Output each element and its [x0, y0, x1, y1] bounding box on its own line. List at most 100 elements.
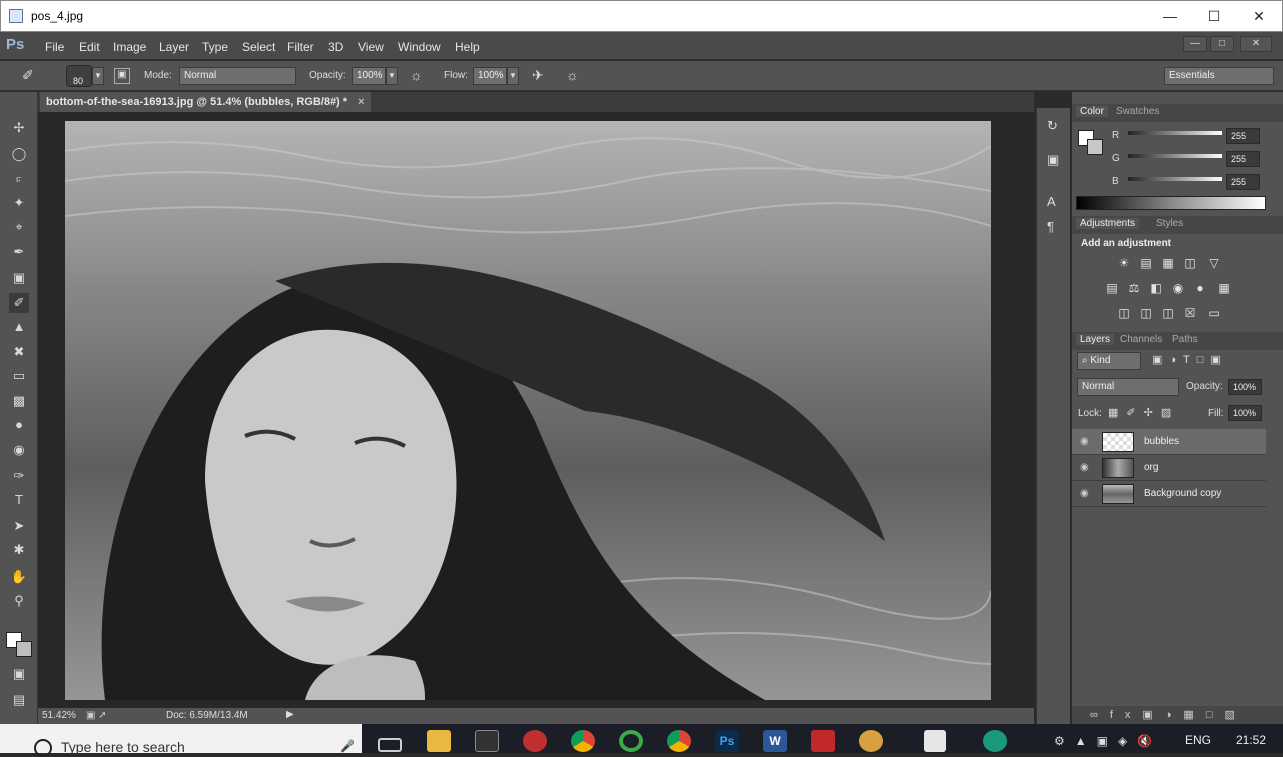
layer-filter-icons[interactable]: ▣◑T□▣: [1152, 353, 1228, 366]
g-value[interactable]: 255: [1226, 151, 1260, 167]
layer-row-org[interactable]: ◉ org: [1072, 455, 1266, 481]
history-panel-icon[interactable]: ↻: [1047, 118, 1058, 134]
minimize-button[interactable]: —: [1150, 5, 1190, 27]
healing-brush-tool-icon[interactable]: ▣: [9, 268, 29, 288]
layer-row-background-copy[interactable]: ◉ Background copy: [1072, 481, 1266, 507]
task-view-icon[interactable]: [378, 738, 402, 752]
fill-input[interactable]: 100%: [1228, 405, 1262, 421]
chrome-icon-2[interactable]: [667, 730, 691, 752]
flow-dropdown[interactable]: ▼: [507, 67, 519, 85]
brush-size-picker[interactable]: 80: [66, 65, 92, 87]
menu-window[interactable]: Window: [398, 40, 441, 54]
menu-type[interactable]: Type: [202, 40, 228, 54]
zoom-tool-icon[interactable]: ⚲: [9, 591, 29, 611]
tab-paths[interactable]: Paths: [1172, 334, 1198, 345]
shape-tool-icon[interactable]: ✱: [9, 540, 29, 560]
app-restore-button[interactable]: □: [1210, 36, 1234, 52]
language-indicator[interactable]: ENG: [1185, 733, 1211, 747]
document-tab-close[interactable]: ×: [358, 96, 364, 108]
background-color-swatch[interactable]: [16, 641, 32, 657]
layer-opacity-input[interactable]: 100%: [1228, 379, 1262, 395]
brush-tool-preset-icon[interactable]: ✐: [22, 67, 42, 85]
color-lookup-icon[interactable]: ▦: [1216, 281, 1232, 295]
opacity-input[interactable]: 100%: [352, 67, 386, 85]
status-icons[interactable]: ▣ ➚: [86, 710, 107, 721]
menu-layer[interactable]: Layer: [159, 40, 189, 54]
visibility-eye-icon[interactable]: ◉: [1080, 488, 1092, 500]
app-close-button[interactable]: ✕: [1240, 36, 1272, 52]
gradient-tool-icon[interactable]: ▩: [9, 391, 29, 411]
brush-tool-icon[interactable]: ✐: [9, 293, 29, 313]
paragraph-panel-icon[interactable]: ¶: [1047, 219, 1054, 234]
status-menu-arrow[interactable]: ▶: [286, 709, 294, 720]
tab-adjustments[interactable]: Adjustments: [1076, 218, 1140, 229]
menu-image[interactable]: Image: [113, 40, 146, 54]
black-white-icon[interactable]: ◧: [1148, 281, 1164, 295]
character-panel-icon[interactable]: A: [1047, 194, 1056, 209]
photo-filter-icon[interactable]: ◉: [1170, 281, 1186, 295]
quick-select-tool-icon[interactable]: ✦: [9, 193, 29, 213]
menu-select[interactable]: Select: [242, 40, 275, 54]
paint-icon[interactable]: [859, 730, 883, 752]
tab-styles[interactable]: Styles: [1156, 218, 1183, 229]
gradient-map-icon[interactable]: ▭: [1206, 306, 1222, 320]
r-slider[interactable]: [1128, 131, 1222, 135]
menu-3d[interactable]: 3D: [328, 40, 343, 54]
clock-time[interactable]: 21:52: [1236, 733, 1266, 747]
word-icon[interactable]: W: [763, 730, 787, 752]
brightness-icon[interactable]: ☀: [1116, 256, 1132, 270]
threshold-icon[interactable]: ◫: [1160, 306, 1176, 320]
path-select-tool-icon[interactable]: ➤: [9, 516, 29, 536]
flow-input[interactable]: 100%: [473, 67, 507, 85]
menu-filter[interactable]: Filter: [287, 40, 314, 54]
selective-color-icon[interactable]: ☒: [1182, 306, 1198, 320]
menu-file[interactable]: File: [45, 40, 64, 54]
history-brush-tool-icon[interactable]: ✖: [9, 342, 29, 362]
blend-mode-select[interactable]: Normal: [1077, 378, 1179, 396]
vibrance-icon[interactable]: ▽: [1206, 256, 1222, 270]
g-slider[interactable]: [1128, 154, 1222, 158]
panel-background-swatch[interactable]: [1087, 139, 1103, 155]
lasso-tool-icon[interactable]: ⟔: [9, 168, 29, 188]
eraser-tool-icon[interactable]: ▭: [9, 366, 29, 386]
r-value[interactable]: 255: [1226, 128, 1260, 144]
exposure-icon[interactable]: ◫: [1182, 256, 1198, 270]
layer-filter-select[interactable]: ⌕ Kind: [1077, 352, 1141, 370]
mode-select[interactable]: Normal: [179, 67, 296, 85]
dodge-tool-icon[interactable]: ◉: [9, 440, 29, 460]
document-image[interactable]: [65, 121, 991, 700]
crop-tool-icon[interactable]: ⌖: [9, 217, 29, 237]
tab-layers[interactable]: Layers: [1076, 334, 1115, 345]
airbrush-icon[interactable]: ✈: [532, 67, 550, 85]
layers-footer-icons[interactable]: ∞fx▣◑▦□▧: [1072, 706, 1283, 724]
workspace-select[interactable]: Essentials: [1164, 67, 1274, 85]
levels-icon[interactable]: ▤: [1138, 256, 1154, 270]
menu-view[interactable]: View: [358, 40, 384, 54]
quick-mask-icon[interactable]: ▣: [9, 664, 29, 684]
monitor-app-icon[interactable]: [983, 730, 1007, 752]
file-explorer-icon[interactable]: [427, 730, 451, 752]
app-icon-red[interactable]: [523, 730, 547, 752]
opacity-dropdown[interactable]: ▼: [386, 67, 398, 85]
blur-tool-icon[interactable]: ●: [9, 415, 29, 435]
screen-mode-icon[interactable]: ▤: [9, 690, 29, 710]
hue-saturation-icon[interactable]: ▤: [1104, 281, 1120, 295]
eyedropper-tool-icon[interactable]: ✒: [9, 242, 29, 262]
hand-tool-icon[interactable]: ✋: [9, 567, 29, 587]
microphone-icon[interactable]: 🎤: [340, 739, 355, 753]
maximize-button[interactable]: ☐: [1194, 5, 1234, 27]
color-balance-icon[interactable]: ⚖: [1126, 281, 1142, 295]
clone-stamp-tool-icon[interactable]: ▲: [9, 317, 29, 337]
zoom-level[interactable]: 51.42%: [42, 710, 76, 721]
photoshop-taskbar-icon[interactable]: Ps: [715, 730, 739, 752]
system-tray-icons[interactable]: ⚙▲▣◈🔇: [1054, 734, 1162, 748]
close-button[interactable]: ✕: [1239, 5, 1279, 27]
marquee-tool-icon[interactable]: ◯: [9, 144, 29, 164]
color-ramp[interactable]: [1076, 196, 1266, 210]
properties-panel-icon[interactable]: ▣: [1047, 152, 1059, 168]
pen-tool-icon[interactable]: ✑: [9, 466, 29, 486]
b-slider[interactable]: [1128, 177, 1222, 181]
lock-icons[interactable]: ▦✐✢▨: [1108, 406, 1179, 419]
visibility-eye-icon[interactable]: ◉: [1080, 462, 1092, 474]
invert-icon[interactable]: ◫: [1116, 306, 1132, 320]
